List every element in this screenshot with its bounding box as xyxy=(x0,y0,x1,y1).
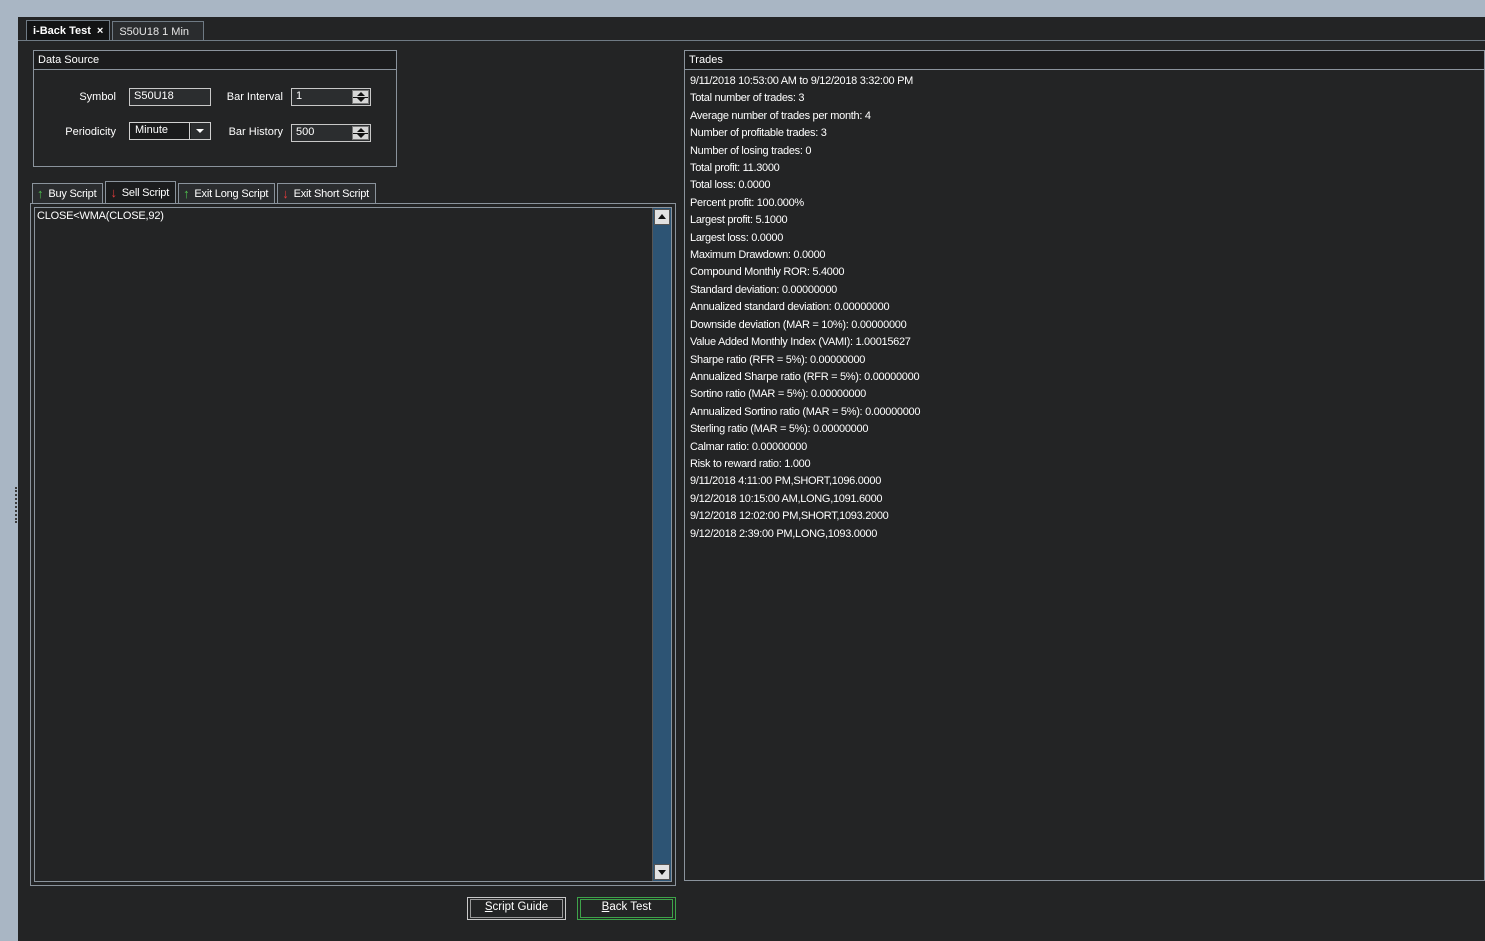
arrow-up-icon: ↑ xyxy=(37,186,44,201)
trades-panel: Trades 9/11/2018 10:53:00 AM to 9/12/201… xyxy=(684,50,1485,881)
trades-line: Total loss: 0.0000 xyxy=(690,179,771,192)
splitter-grip-icon[interactable] xyxy=(15,487,17,523)
button-focus-border xyxy=(470,899,563,918)
bar-interval-stepper[interactable]: 1 xyxy=(291,88,371,106)
scroll-up-icon[interactable] xyxy=(654,209,670,225)
document-tabs: i-Back Test × S50U18 1 Min xyxy=(26,20,206,41)
tab-exit-long-script[interactable]: ↑ Exit Long Script xyxy=(178,183,276,203)
bar-history-value: 500 xyxy=(296,126,315,138)
vertical-scrollbar[interactable] xyxy=(652,208,671,881)
trades-title: Trades xyxy=(685,51,1484,70)
trades-line: Total number of trades: 3 xyxy=(690,92,805,105)
trades-line: Largest profit: 5.1000 xyxy=(690,214,788,227)
spinner-icon[interactable] xyxy=(352,126,369,140)
data-source-title: Data Source xyxy=(34,51,396,70)
tab-label: Sell Script xyxy=(121,186,170,199)
trades-line: Calmar ratio: 0.00000000 xyxy=(690,440,807,453)
arrow-up-icon: ↑ xyxy=(183,186,190,201)
trades-line: Largest loss: 0.0000 xyxy=(690,231,784,244)
button-focus-border xyxy=(580,899,673,918)
arrow-down-icon: ↓ xyxy=(110,185,117,200)
tab-buy-script[interactable]: ↑ Buy Script xyxy=(32,183,104,203)
trades-line: 9/12/2018 12:02:00 PM,SHORT,1093.2000 xyxy=(690,510,889,523)
scroll-down-icon[interactable] xyxy=(654,864,670,880)
periodicity-select[interactable]: Minute xyxy=(129,122,211,140)
trades-line: Risk to reward ratio: 1.000 xyxy=(690,457,811,470)
script-guide-button[interactable]: Script Guide xyxy=(467,897,566,920)
trades-line: Standard deviation: 0.00000000 xyxy=(690,283,837,296)
back-test-button[interactable]: Back Test xyxy=(577,897,676,920)
tab-sell-script[interactable]: ↓ Sell Script xyxy=(105,181,177,203)
bar-interval-label: Bar Interval xyxy=(226,91,283,103)
trades-line: Value Added Monthly Index (VAMI): 1.0001… xyxy=(690,336,911,349)
trades-line: Percent profit: 100.000% xyxy=(690,196,804,209)
trades-line: Total profit: 11.3000 xyxy=(690,162,780,175)
trades-line: 9/12/2018 2:39:00 PM,LONG,1093.0000 xyxy=(690,527,878,540)
trades-line: 9/11/2018 10:53:00 AM to 9/12/2018 3:32:… xyxy=(690,75,913,87)
script-editor[interactable]: CLOSE<WMA(CLOSE,92) xyxy=(34,207,672,882)
tab-label: S50U18 1 Min xyxy=(119,25,190,38)
tab-label: i-Back Test xyxy=(33,25,91,37)
tab-chart-s50u18[interactable]: S50U18 1 Min xyxy=(112,21,205,41)
trades-line: Sterling ratio (MAR = 5%): 0.00000000 xyxy=(690,423,869,436)
close-icon[interactable]: × xyxy=(97,25,103,37)
symbol-label: Symbol xyxy=(79,91,116,103)
data-source-group: Data Source Symbol S50U18 Bar Interval 1… xyxy=(33,50,397,167)
tab-label: Exit Long Script xyxy=(194,187,269,200)
trades-line: Sortino ratio (MAR = 5%): 0.00000000 xyxy=(690,388,866,401)
trades-line: Average number of trades per month: 4 xyxy=(690,109,871,122)
chevron-down-icon[interactable] xyxy=(191,123,210,139)
trades-line: Annualized standard deviation: 0.0000000… xyxy=(690,301,890,314)
trades-report: 9/11/2018 10:53:00 AM to 9/12/2018 3:32:… xyxy=(690,73,920,543)
trades-line: Compound Monthly ROR: 5.4000 xyxy=(690,266,845,279)
trades-line: Annualized Sortino ratio (MAR = 5%): 0.0… xyxy=(690,405,921,418)
tab-divider xyxy=(18,40,1485,41)
trades-line: 9/11/2018 4:11:00 PM,SHORT,1096.0000 xyxy=(690,475,882,488)
trades-line: Annualized Sharpe ratio (RFR = 5%): 0.00… xyxy=(690,370,920,383)
app-frame: i-Back Test × S50U18 1 Min Data Source S… xyxy=(0,0,1485,941)
tab-i-back-test[interactable]: i-Back Test × xyxy=(26,20,111,41)
tab-label: Exit Short Script xyxy=(293,187,370,200)
bar-history-stepper[interactable]: 500 xyxy=(291,124,371,142)
tab-label: Buy Script xyxy=(48,187,97,200)
bar-interval-value: 1 xyxy=(296,90,303,102)
script-editor-panel: CLOSE<WMA(CLOSE,92) xyxy=(30,203,676,886)
bar-history-label: Bar History xyxy=(228,126,283,138)
spinner-icon[interactable] xyxy=(352,90,369,104)
periodicity-label: Periodicity xyxy=(65,126,116,138)
back-test-window: i-Back Test × S50U18 1 Min Data Source S… xyxy=(18,17,1485,941)
left-dock-strip xyxy=(0,17,18,941)
script-tabs: ↑ Buy Script ↓ Sell Script ↑ Exit Long S… xyxy=(32,181,378,203)
symbol-input[interactable]: S50U18 xyxy=(129,88,211,106)
trades-line: Downside deviation (MAR = 10%): 0.000000… xyxy=(690,318,907,331)
trades-line: Number of profitable trades: 3 xyxy=(690,127,827,140)
trades-line: Maximum Drawdown: 0.0000 xyxy=(690,249,826,262)
periodicity-value: Minute xyxy=(130,123,190,139)
trades-line: Sharpe ratio (RFR = 5%): 0.00000000 xyxy=(690,353,866,366)
arrow-down-icon: ↓ xyxy=(282,186,289,201)
script-text[interactable]: CLOSE<WMA(CLOSE,92) xyxy=(37,210,164,222)
trades-line: Number of losing trades: 0 xyxy=(690,144,812,157)
tab-exit-short-script[interactable]: ↓ Exit Short Script xyxy=(277,183,377,203)
trades-line: 9/12/2018 10:15:00 AM,LONG,1091.6000 xyxy=(690,492,883,505)
